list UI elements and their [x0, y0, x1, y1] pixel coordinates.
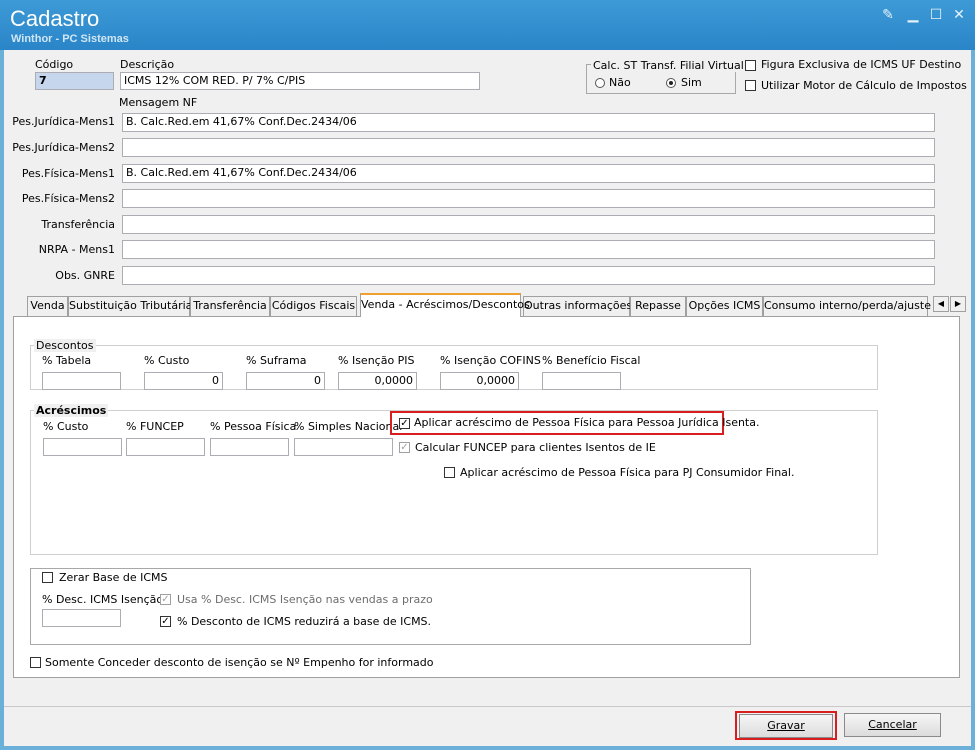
tab-transferencia[interactable]: Transferência [190, 296, 270, 316]
pf-mens2-label: Pes.Física-Mens2 [21, 192, 115, 205]
tab-venda[interactable]: Venda [27, 296, 68, 316]
window-title: Cadastro [10, 6, 100, 31]
reduzira-base-label: % Desconto de ICMS reduzirá a base de IC… [177, 615, 432, 628]
desc-icms-isencao-field[interactable] [42, 609, 121, 627]
desc-custo-field[interactable]: 0 [144, 372, 223, 390]
gravar-button[interactable]: Gravar [739, 714, 833, 738]
aplicar-pf-pj-consumidor-label: Aplicar acréscimo de Pessoa Física para … [460, 466, 795, 479]
acr-pessoa-fisica-field[interactable] [210, 438, 289, 456]
close-icon[interactable]: ✕ [951, 8, 967, 22]
descontos-title: Descontos [34, 339, 96, 352]
figura-exclusiva-label: Figura Exclusiva de ICMS UF Destino [761, 58, 962, 71]
bottom-divider [4, 706, 971, 707]
tab-opcoes-icms[interactable]: Opções ICMS [686, 296, 763, 316]
desc-suframa-label: % Suframa [246, 354, 307, 367]
minimize-icon[interactable]: ▁ [905, 8, 921, 22]
acr-pessoa-fisica-label: % Pessoa Física [210, 420, 297, 433]
figura-exclusiva-checkbox[interactable] [745, 60, 756, 71]
codigo-label: Código [35, 58, 74, 71]
acr-simples-nacional-field[interactable] [294, 438, 393, 456]
title-bar: Cadastro Winthor - PC Sistemas ✎ ▁ ☐ ✕ [0, 0, 975, 50]
form-area: Código 7 Descrição ICMS 12% COM RED. P/ … [4, 50, 971, 746]
pf-mens2-field[interactable] [122, 189, 935, 208]
desc-suframa-field[interactable]: 0 [246, 372, 325, 390]
cancelar-button[interactable]: Cancelar [844, 713, 941, 737]
tab-codigos-fiscais[interactable]: Códigos Fiscais [270, 296, 357, 316]
calc-st-sim-label: Sim [681, 76, 702, 89]
acr-custo-label: % Custo [43, 420, 89, 433]
window-subtitle: Winthor - PC Sistemas [11, 33, 129, 45]
desc-beneficio-fiscal-field[interactable] [542, 372, 621, 390]
desc-isencao-cofins-field[interactable]: 0,0000 [440, 372, 519, 390]
calc-st-nao-radio[interactable] [595, 78, 605, 88]
desc-isencao-pis-field[interactable]: 0,0000 [338, 372, 417, 390]
codigo-field[interactable]: 7 [35, 72, 114, 90]
zerar-base-label: Zerar Base de ICMS [59, 571, 168, 584]
desc-icms-isencao-label: % Desc. ICMS Isenção [42, 593, 164, 606]
desc-isencao-cofins-label: % Isenção COFINS [440, 354, 541, 367]
pj-mens1-label: Pes.Jurídica-Mens1 [12, 115, 115, 128]
somente-conceder-checkbox[interactable] [30, 657, 41, 668]
tab-consumo-interno[interactable]: Consumo interno/perda/ajuste [763, 296, 931, 316]
acr-simples-nacional-label: % Simples Nacional [294, 420, 403, 433]
obs-gnre-label: Obs. GNRE [55, 269, 115, 282]
tab-venda-acrescimos-descontos[interactable]: Venda - Acréscimos/Descontos [360, 293, 530, 317]
tab-repasse[interactable]: Repasse [630, 296, 686, 316]
edit-window-icon[interactable]: ✎ [880, 8, 896, 22]
acrescimos-title: Acréscimos [34, 404, 109, 417]
calc-st-sim-radio[interactable] [666, 78, 676, 88]
usa-desc-prazo-label: Usa % Desc. ICMS Isenção nas vendas a pr… [177, 593, 433, 606]
usa-desc-prazo-checkbox[interactable]: ✓ [160, 594, 171, 605]
pj-mens2-field[interactable] [122, 138, 935, 157]
nrpa-mens1-label: NRPA - Mens1 [38, 243, 115, 256]
transferencia-label: Transferência [41, 218, 115, 231]
pj-mens2-label: Pes.Jurídica-Mens2 [12, 141, 115, 154]
desc-isencao-pis-label: % Isenção PIS [338, 354, 415, 367]
aplicar-pf-pj-isenta-label: Aplicar acréscimo de Pessoa Física para … [414, 416, 760, 429]
zerar-base-checkbox[interactable] [42, 572, 53, 583]
pj-mens1-field[interactable]: B. Calc.Red.em 41,67% Conf.Dec.2434/06 [122, 113, 935, 132]
desc-tabela-label: % Tabela [42, 354, 92, 367]
tab-substituicao-tributaria[interactable]: Substituição Tributária [68, 296, 192, 316]
obs-gnre-field[interactable] [122, 266, 935, 285]
aplicar-pf-pj-consumidor-checkbox[interactable] [444, 467, 455, 478]
pf-mens1-field[interactable]: B. Calc.Red.em 41,67% Conf.Dec.2434/06 [122, 164, 935, 183]
descricao-label: Descrição [120, 58, 175, 71]
somente-conceder-label: Somente Conceder desconto de isenção se … [45, 656, 434, 669]
calc-st-title: Calc. ST Transf. Filial Virtual [591, 59, 746, 72]
aplicar-pf-pj-isenta-checkbox[interactable]: ✓ [399, 418, 410, 429]
nrpa-mens1-field[interactable] [122, 240, 935, 259]
acr-funcep-field[interactable] [126, 438, 205, 456]
pf-mens1-label: Pes.Física-Mens1 [21, 167, 115, 180]
mensagem-nf-label: Mensagem NF [119, 96, 198, 109]
desc-custo-label: % Custo [144, 354, 190, 367]
tab-outras-informacoes[interactable]: Outras informações [523, 296, 632, 316]
maximize-icon[interactable]: ☐ [928, 8, 944, 22]
tab-scroll-right-icon[interactable]: ▶ [950, 296, 966, 312]
reduzira-base-checkbox[interactable]: ✓ [160, 616, 171, 627]
descricao-field[interactable]: ICMS 12% COM RED. P/ 7% C/PIS [120, 72, 480, 90]
motor-calculo-checkbox[interactable] [745, 80, 756, 91]
desc-beneficio-fiscal-label: % Benefício Fiscal [542, 354, 641, 367]
calcular-funcep-checkbox[interactable]: ✓ [399, 442, 410, 453]
acr-funcep-label: % FUNCEP [126, 420, 184, 433]
motor-calculo-label: Utilizar Motor de Cálculo de Impostos [761, 79, 967, 92]
calcular-funcep-label: Calcular FUNCEP para clientes Isentos de… [415, 441, 656, 454]
transferencia-field[interactable] [122, 215, 935, 234]
calc-st-nao-label: Não [609, 76, 631, 89]
tab-scroll-left-icon[interactable]: ◀ [933, 296, 949, 312]
acr-custo-field[interactable] [43, 438, 122, 456]
desc-tabela-field[interactable] [42, 372, 121, 390]
